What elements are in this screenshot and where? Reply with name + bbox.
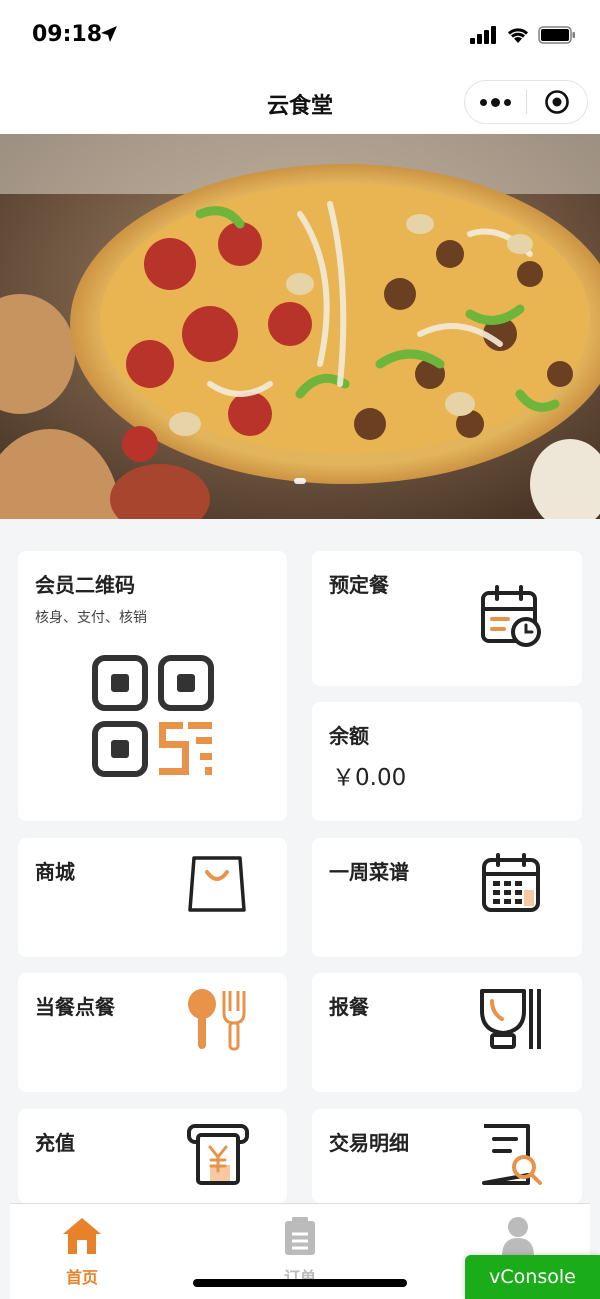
transactions-title: 交易明细 [329, 1131, 409, 1155]
location-arrow-icon [101, 26, 117, 42]
report-meal-title: 报餐 [329, 995, 369, 1019]
battery-icon [538, 26, 575, 44]
mall-card[interactable]: 商城 [18, 838, 287, 957]
clipboard-icon [285, 1217, 315, 1255]
member-qr-card[interactable]: 会员二维码 核身、支付、核销 [18, 551, 287, 821]
close-mini-program-button[interactable] [527, 80, 587, 124]
tab-orders[interactable]: 订单 [240, 1216, 360, 1288]
member-qr-subtitle: 核身、支付、核销 [35, 610, 147, 626]
balance-value: ￥0.00 [332, 765, 407, 791]
order-now-card[interactable]: 当餐点餐 [18, 973, 287, 1092]
status-bar: 09:18 [0, 0, 600, 70]
qr-code-icon [92, 655, 214, 777]
order-now-title: 当餐点餐 [35, 995, 115, 1019]
member-qr-title: 会员二维码 [35, 573, 135, 597]
home-icon [63, 1218, 101, 1254]
nav-bar: 云食堂 [0, 70, 600, 134]
pizza-illustration [0, 134, 600, 519]
reserve-meal-card[interactable]: 预定餐 [312, 551, 582, 686]
tab-home-label: 首页 [65, 1268, 98, 1287]
calendar-grid-icon [482, 853, 540, 912]
mall-title: 商城 [35, 860, 75, 884]
more-dots-icon [480, 98, 487, 106]
document-search-icon [482, 1124, 542, 1185]
spoon-fork-icon [188, 989, 246, 1051]
balance-card[interactable]: 余额 ￥0.00 [312, 702, 582, 821]
weekly-menu-card[interactable]: 一周菜谱 [312, 838, 582, 957]
tab-profile[interactable] [458, 1216, 578, 1260]
shopping-bag-icon [188, 856, 246, 912]
banner-pizza-image[interactable] [0, 134, 600, 519]
cellular-signal-icon [470, 26, 496, 44]
calendar-clock-icon [481, 585, 541, 647]
tab-home[interactable]: 首页 [22, 1216, 142, 1288]
status-time: 09:18 [32, 22, 103, 47]
user-icon [502, 1217, 534, 1256]
mini-program-capsule [464, 80, 588, 124]
transactions-card[interactable]: 交易明细 [312, 1109, 582, 1203]
weekly-menu-title: 一周菜谱 [329, 860, 409, 884]
recharge-card[interactable]: 充值 [18, 1109, 287, 1203]
vconsole-button[interactable]: vConsole [465, 1255, 600, 1299]
status-indicators [470, 26, 576, 44]
bowl-chopsticks-icon [480, 989, 541, 1049]
balance-title: 余额 [329, 724, 369, 748]
more-menu-button[interactable] [465, 80, 526, 124]
reserve-meal-title: 预定餐 [329, 573, 389, 597]
report-meal-card[interactable]: 报餐 [312, 973, 582, 1092]
banner-indicator-dot[interactable] [294, 478, 306, 484]
home-indicator [193, 1279, 407, 1287]
wifi-icon [507, 28, 529, 43]
recharge-yuan-icon [187, 1124, 249, 1185]
recharge-title: 充值 [35, 1131, 75, 1155]
target-close-icon [545, 90, 569, 114]
